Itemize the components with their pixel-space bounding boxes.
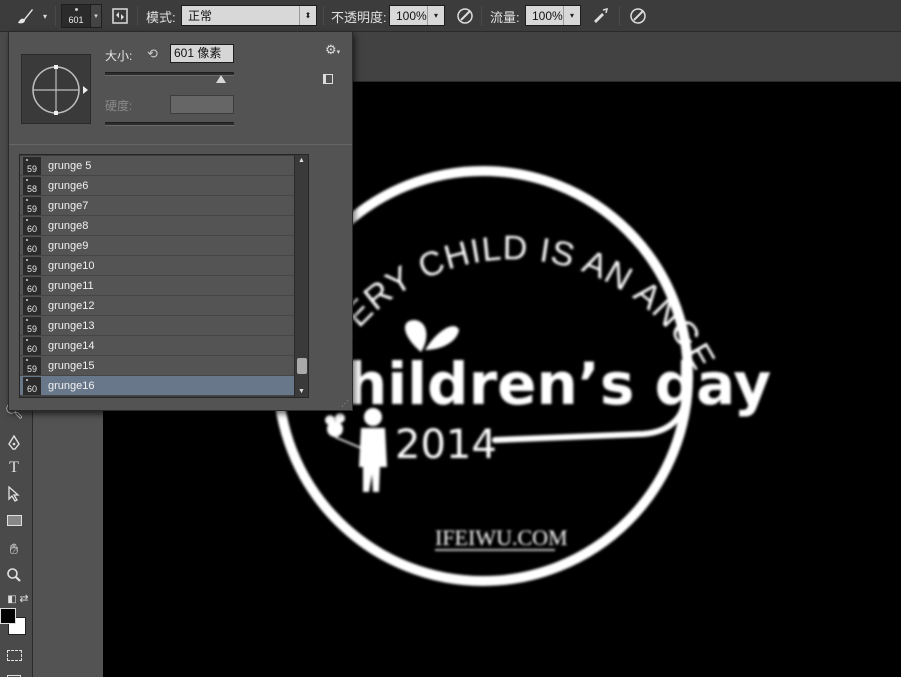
pressure-opacity-icon[interactable] xyxy=(454,5,476,27)
brush-name: grunge7 xyxy=(48,199,89,212)
resize-grip-icon[interactable]: ⋰ xyxy=(341,399,350,408)
list-scrollbar[interactable]: ▲ ▼ xyxy=(294,155,308,397)
brush-list-item[interactable]: 59 grunge 5 xyxy=(20,156,294,176)
mode-value: 正常 xyxy=(188,9,213,23)
brush-list-item[interactable]: 59 grunge7 xyxy=(20,196,294,216)
brush-thumbnail: 59 xyxy=(23,356,41,375)
hardness-slider xyxy=(105,122,234,126)
opacity-field[interactable]: 100% ▾ xyxy=(389,5,445,26)
year-text: 2014 xyxy=(395,422,497,468)
screen-mode-icon[interactable] xyxy=(2,668,26,677)
brush-name: grunge14 xyxy=(48,339,95,352)
brush-name: grunge6 xyxy=(48,179,89,192)
brush-name: grunge10 xyxy=(48,259,95,272)
brush-thumbnail: 60 xyxy=(23,296,41,315)
size-input[interactable]: 601 像素 xyxy=(170,44,234,63)
scroll-up-icon[interactable]: ▲ xyxy=(298,157,305,164)
brush-list-item[interactable]: 60 grunge16 xyxy=(20,376,294,396)
brush-thumbnail: 59 xyxy=(23,256,41,275)
brush-list-item[interactable]: 60 grunge8 xyxy=(20,216,294,236)
size-slider[interactable] xyxy=(105,72,234,76)
brush-list: 59 grunge 5 58 grunge6 59 grunge7 60 grunge8 60 g… xyxy=(19,154,309,398)
foreground-color-swatch[interactable] xyxy=(0,608,16,624)
brush-thumbnail: 60 xyxy=(23,336,41,355)
opacity-value: 100% xyxy=(396,8,427,23)
gear-icon[interactable]: ⚙︎▾ xyxy=(325,42,340,58)
quick-mask-icon[interactable] xyxy=(2,644,26,666)
scroll-thumb[interactable] xyxy=(297,358,307,374)
brush-list-item[interactable]: 60 grunge9 xyxy=(20,236,294,256)
brush-name: grunge11 xyxy=(48,279,94,292)
path-selection-icon[interactable] xyxy=(2,483,26,505)
brush-list-item[interactable]: 60 grunge14 xyxy=(20,336,294,356)
mode-select[interactable]: 正常 ⬍ xyxy=(181,5,317,26)
mode-label: 模式: xyxy=(146,9,176,25)
brush-name: grunge9 xyxy=(48,239,89,252)
brush-name: grunge13 xyxy=(48,319,95,332)
brush-list-item[interactable]: 59 grunge15 xyxy=(20,356,294,376)
updown-icon: ⬍ xyxy=(299,6,316,25)
child-with-balloon-icon xyxy=(325,408,387,492)
zoom-tool-icon[interactable] xyxy=(2,564,26,586)
brush-thumbnail: 60 xyxy=(23,376,41,395)
brush-thumbnail: 60 xyxy=(23,236,41,255)
brush-list-item[interactable]: 59 grunge10 xyxy=(20,256,294,276)
airbrush-icon[interactable] xyxy=(589,5,611,27)
hardness-label: 硬度: xyxy=(105,99,133,113)
type-tool-icon[interactable]: T xyxy=(2,457,26,479)
swap-colors-icon[interactable]: ⇄ xyxy=(12,587,36,609)
document-tab-strip xyxy=(340,32,901,82)
brush-tool-icon[interactable] xyxy=(14,0,36,32)
brush-name: grunge 5 xyxy=(48,159,92,172)
flow-value: 100% xyxy=(532,8,563,23)
flow-label: 流量: xyxy=(490,9,520,25)
scroll-down-icon[interactable]: ▼ xyxy=(298,388,305,395)
brush-thumbnail: 60 xyxy=(23,216,41,235)
title-text: hildren’s day xyxy=(346,350,771,418)
brush-thumbnail: 60 xyxy=(23,276,41,295)
brush-name: grunge8 xyxy=(48,219,89,232)
hardness-input xyxy=(170,95,234,114)
size-label: 大小: xyxy=(105,49,133,63)
brush-list-item[interactable]: 60 grunge11 xyxy=(20,276,294,296)
brush-picker-arrow[interactable]: ▾ xyxy=(91,4,102,28)
pressure-size-icon[interactable] xyxy=(627,5,649,27)
brush-thumbnail: 59 xyxy=(23,196,41,215)
flow-field[interactable]: 100% ▾ xyxy=(525,5,581,26)
chevron-down-icon[interactable]: ▾ xyxy=(427,6,444,25)
brush-name: grunge15 xyxy=(48,359,95,372)
brush-list-item[interactable]: 59 grunge13 xyxy=(20,316,294,336)
brush-tip-icon xyxy=(75,8,78,11)
sprout-icon xyxy=(404,320,459,352)
panel-divider xyxy=(9,144,352,145)
chevron-down-icon[interactable]: ▾ xyxy=(563,6,580,25)
tool-preset-arrow[interactable]: ▾ xyxy=(43,0,47,32)
brush-preset-picker[interactable]: 601 ▾ xyxy=(61,0,102,32)
brush-thumbnail: 59 xyxy=(23,316,41,335)
brush-list-item[interactable]: 60 grunge12 xyxy=(20,296,294,316)
options-bar: ▾ 601 ▾ 模式: 正常 ⬍ 不透明度: 100% ▾ 流量: 100% ▾ xyxy=(0,0,901,32)
pen-tool-icon[interactable] xyxy=(2,432,26,454)
brush-thumbnail: 58 xyxy=(23,176,41,195)
brush-preset-panel: 大小: ⟲ 601 像素 硬度: ⚙︎▾ 59 grunge 5 58 grunge6… xyxy=(8,31,353,411)
hand-tool-icon[interactable]: ✋︎ xyxy=(2,538,26,560)
brush-panel-toggle-icon[interactable] xyxy=(109,5,131,27)
opacity-label: 不透明度: xyxy=(331,9,387,25)
brush-tip-preview xyxy=(21,54,91,124)
brush-name: grunge16 xyxy=(48,379,95,392)
site-text: IFEIWU.COM xyxy=(435,525,568,550)
rectangle-tool-icon[interactable] xyxy=(2,509,26,531)
reset-size-icon[interactable]: ⟲ xyxy=(147,46,158,62)
new-preset-icon[interactable] xyxy=(323,74,333,84)
size-slider-thumb[interactable] xyxy=(216,75,227,83)
brush-thumbnail: 59 xyxy=(23,156,41,175)
brush-name: grunge12 xyxy=(48,299,95,312)
brush-list-item[interactable]: 58 grunge6 xyxy=(20,176,294,196)
brush-size-readout: 601 xyxy=(68,15,84,25)
